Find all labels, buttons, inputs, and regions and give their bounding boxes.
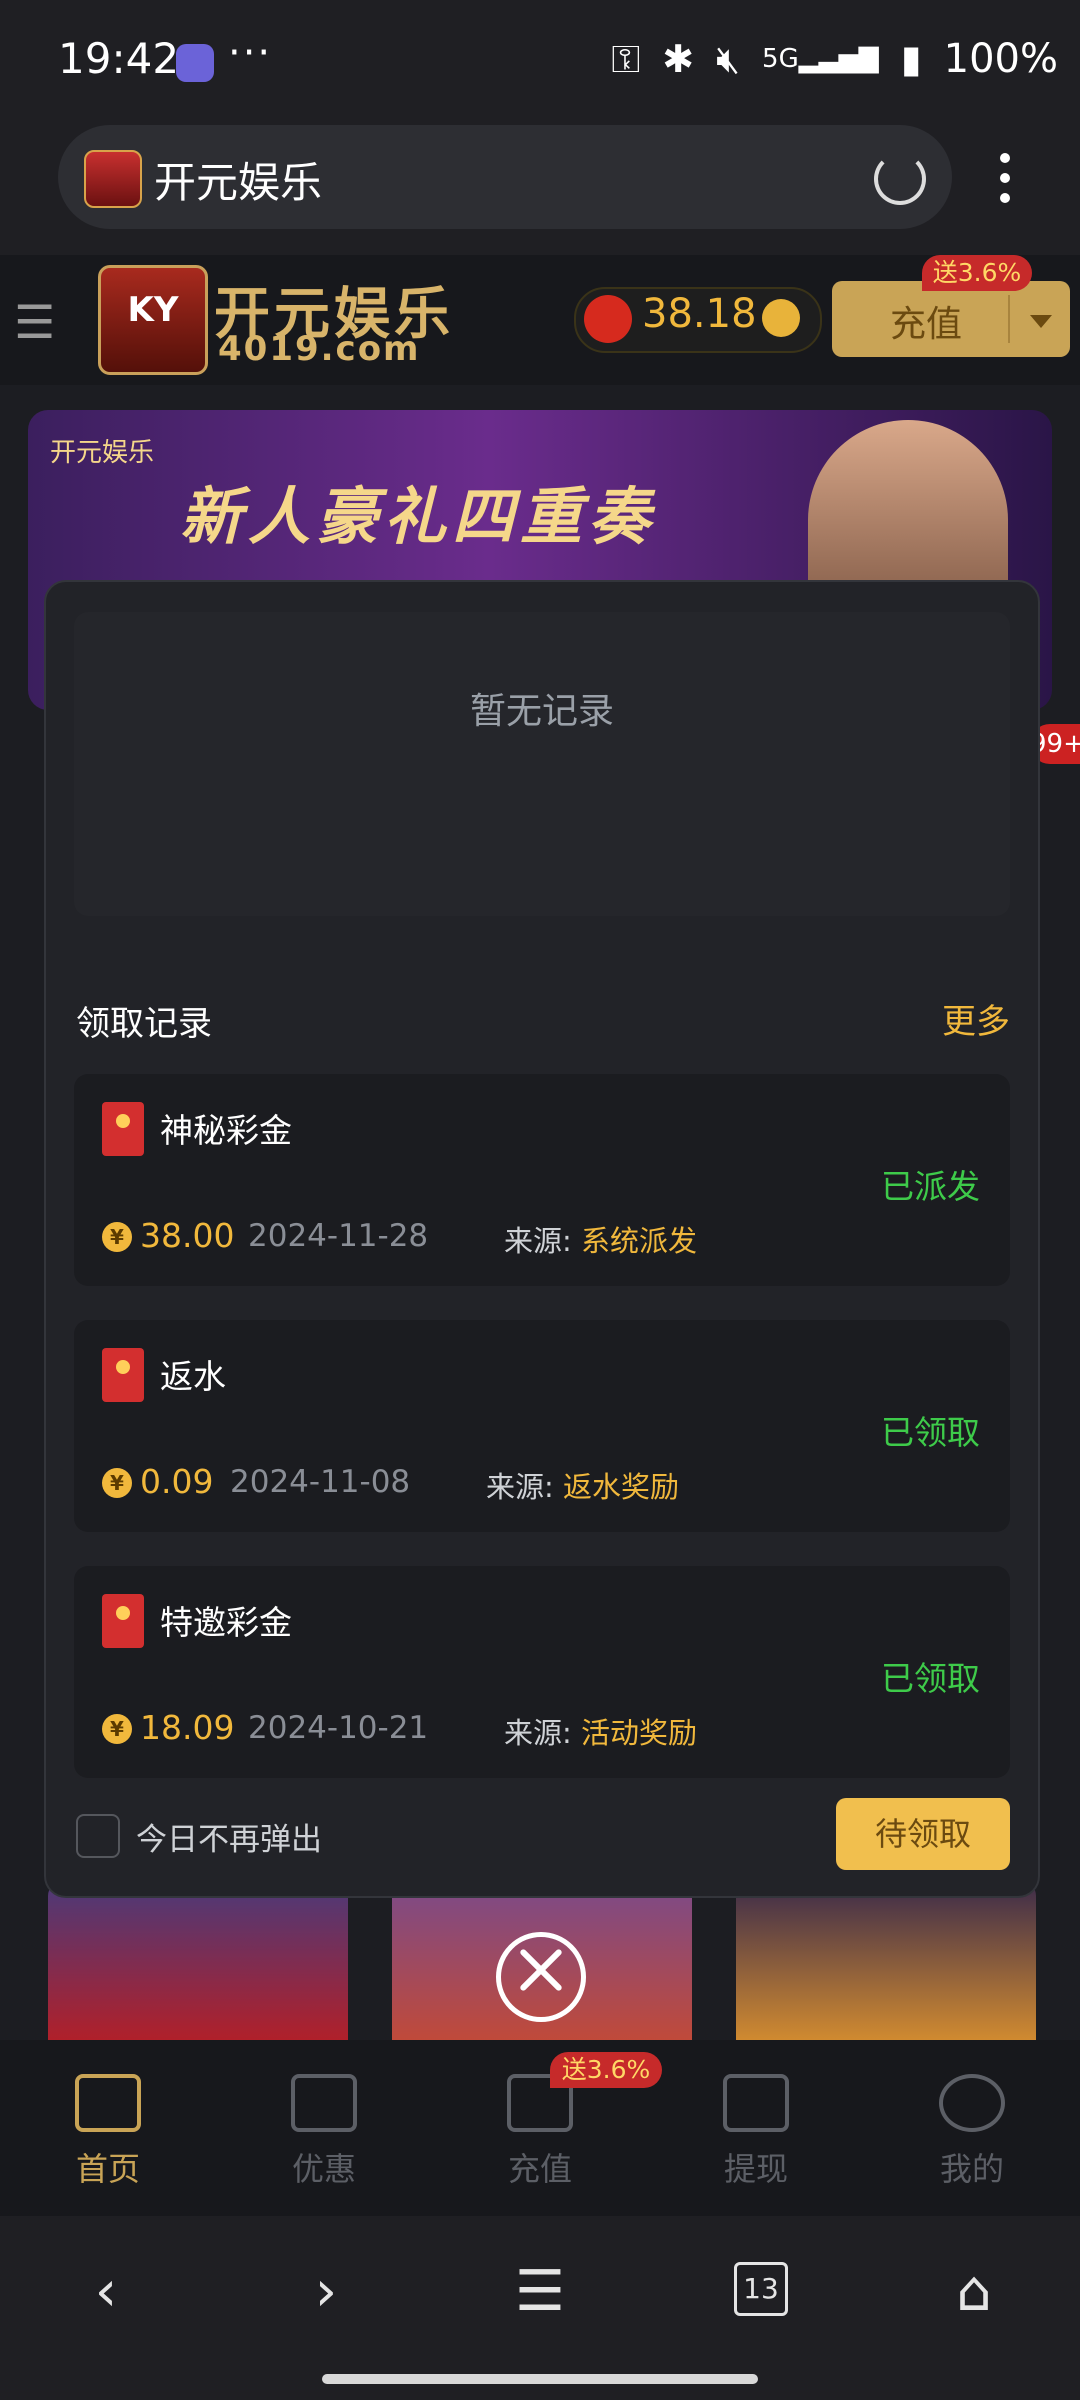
browser-nav-bar: ‹ › ☰ 13 ⌂ [0,2216,1080,2400]
balance-value: 38.18 [642,291,757,337]
tab-label: 充值 [507,2150,572,2188]
side-menu-icon[interactable]: ☰ [14,295,55,349]
battery-icon: ▮ [900,37,922,81]
bluetooth-icon: ✱ [662,37,695,81]
browser-menu-icon[interactable] [1000,153,1010,213]
empty-state-panel: 暂无记录 [74,612,1010,916]
system-icons: ⚿ ✱ 🔇︎ 5G▂▃▅▇ ▮ 100% [611,36,1058,82]
game-tile[interactable] [48,1880,348,2040]
back-icon[interactable]: ‹ [66,2252,146,2332]
record-name: 特邀彩金 [160,1603,292,1642]
record-amount: 18.09 [140,1708,235,1747]
site-logo-icon: KY [98,265,208,375]
record-item: 返水 已领取 ¥ 0.09 2024-11-08 来源: 返水奖励 [74,1320,1010,1532]
red-envelope-icon [102,1594,144,1648]
close-dialog-icon[interactable] [496,1932,586,2022]
home-icon[interactable]: ⌂ [934,2252,1014,2332]
signal-5g-icon: 5G▂▃▅▇ [762,44,879,74]
pending-claim-button[interactable]: 待领取 [836,1798,1010,1870]
record-status: 已领取 [881,1413,980,1452]
record-amount: 38.00 [140,1216,235,1255]
record-name: 神秘彩金 [160,1111,292,1150]
forward-icon[interactable]: › [286,2252,366,2332]
menu-icon[interactable]: ☰ [500,2252,580,2332]
tab-home[interactable]: 首页 [0,2040,216,2216]
mute-icon: 🔇︎ [716,36,741,81]
record-status: 已领取 [881,1659,980,1698]
dont-show-today-label[interactable]: 今日不再弹出 [136,1814,322,1859]
tab-label: 我的 [939,2150,1004,2188]
red-envelope-icon [102,1348,144,1402]
coin-icon: ¥ [102,1222,132,1252]
record-source: 来源: 返水奖励 [486,1470,680,1504]
empty-state-text: 暂无记录 [469,691,614,732]
red-envelope-icon [102,1102,144,1156]
record-name: 返水 [160,1357,226,1396]
section-title: 领取记录 [76,1004,212,1044]
ticket-icon [723,2074,789,2132]
record-item: 神秘彩金 已派发 ¥ 38.00 2024-11-28 来源: 系统派发 [74,1074,1010,1286]
coin-icon: ¥ [102,1714,132,1744]
clock: 19:42 [58,34,180,83]
game-tile[interactable] [736,1880,1036,2040]
record-item: 特邀彩金 已领取 ¥ 18.09 2024-10-21 来源: 活动奖励 [74,1566,1010,1778]
more-link[interactable]: 更多 [942,994,1010,1043]
reload-icon[interactable] [874,153,926,205]
gesture-bar[interactable] [322,2374,758,2384]
bottom-tab-bar: 首页 优惠 充值 提现 我的 送3.6% [0,2040,1080,2216]
status-bar: 19:42 ··· ⚿ ✱ 🔇︎ 5G▂▃▅▇ ▮ 100% [0,0,1080,125]
key-icon: ⚿ [611,36,641,81]
more-notifications-icon: ··· [228,30,273,76]
tabs-count-icon[interactable]: 13 [734,2262,788,2316]
tab-label: 优惠 [291,2150,356,2188]
tab-withdraw[interactable]: 提现 [648,2040,864,2216]
deposit-bonus-badge: 送3.6% [922,255,1032,291]
deposit-divider [1008,295,1010,343]
record-amount: 0.09 [140,1462,214,1501]
gift-icon [291,2074,357,2132]
tab-profile[interactable]: 我的 [864,2040,1080,2216]
refresh-balance-icon[interactable] [762,299,800,337]
browser-toolbar: 开元娱乐 [0,125,1080,255]
record-status: 已派发 [881,1167,980,1206]
record-source: 来源: 活动奖励 [504,1716,698,1750]
tab-label: 提现 [723,2150,788,2188]
record-date: 2024-10-21 [248,1710,429,1746]
record-date: 2024-11-08 [230,1464,411,1500]
banner-logo: 开元娱乐 [50,438,155,468]
site-logo-url: 4019.com [218,329,421,369]
reward-records-dialog: 暂无记录 领取记录 更多 神秘彩金 已派发 ¥ 38.00 2024-11-28… [44,580,1040,1898]
record-source: 来源: 系统派发 [504,1224,698,1258]
banner-title: 新人豪礼四重奏 [180,480,657,553]
user-icon [939,2074,1005,2132]
battery-level: 100% [943,36,1058,82]
dont-show-today-checkbox[interactable] [76,1814,120,1858]
page-title[interactable]: 开元娱乐 [154,149,322,210]
china-flag-icon [584,295,632,343]
coin-icon: ¥ [102,1468,132,1498]
home-icon [75,2074,141,2132]
deposit-bonus-badge: 送3.6% [550,2052,662,2088]
site-header: ☰ KY 开元娱乐 4019.com 38.18 充值 送3.6% [0,255,1080,385]
tab-promotions[interactable]: 优惠 [216,2040,432,2216]
record-date: 2024-11-28 [248,1218,429,1254]
deposit-label: 充值 [890,304,963,345]
tab-label: 首页 [75,2150,140,2188]
app-notification-icon [176,44,214,82]
chevron-down-icon[interactable] [1030,315,1052,328]
site-favicon-icon [84,150,142,208]
